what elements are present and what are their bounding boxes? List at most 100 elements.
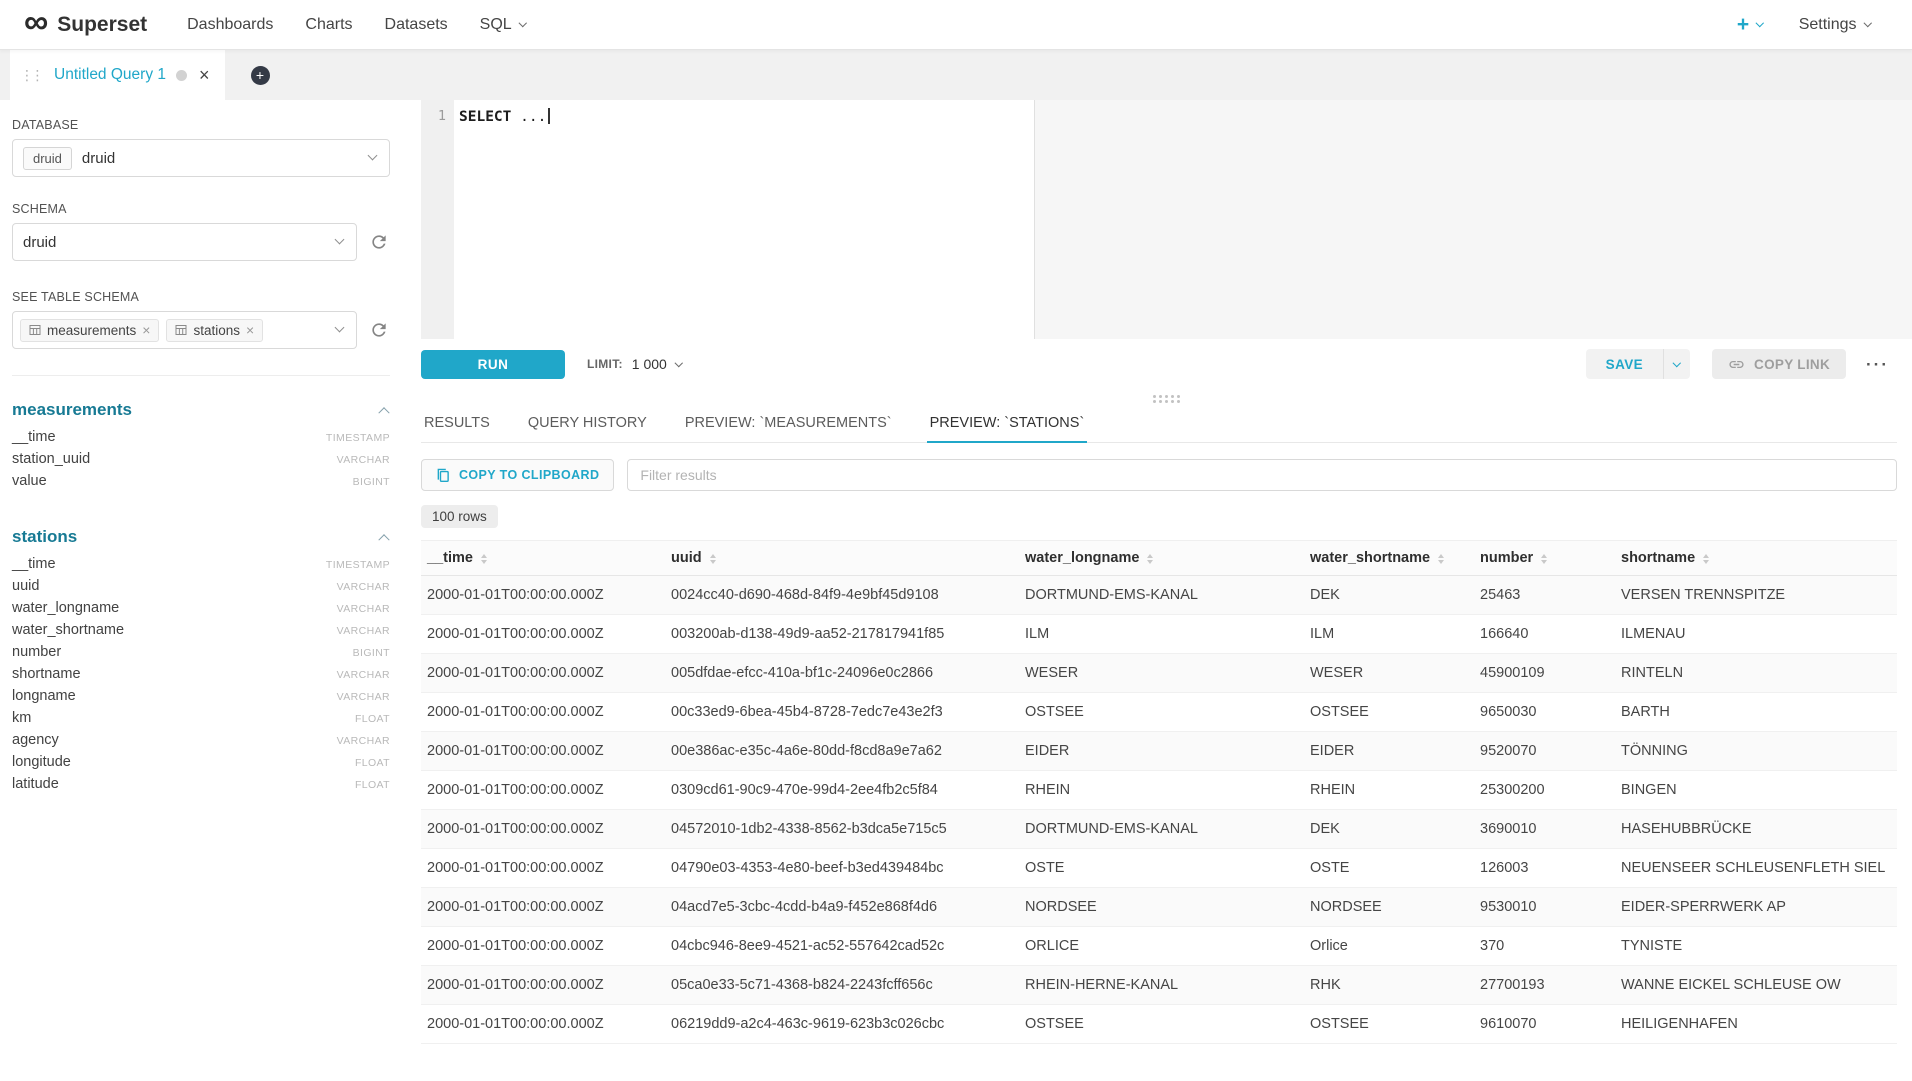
tab-query-history[interactable]: QUERY HISTORY [525,404,650,443]
refresh-tables-button[interactable] [368,319,390,341]
cell-time: 2000-01-01T00:00:00.000Z [421,1005,665,1044]
panel-resize-handle[interactable] [421,389,1912,404]
editor-gutter: 1 [421,100,454,339]
nav-dashboards[interactable]: Dashboards [171,0,289,49]
cell-water-shortname: NORDSEE [1304,888,1474,927]
save-split-button: SAVE [1586,349,1690,379]
schema-select[interactable]: druid [12,223,357,261]
drag-handle-icon[interactable]: ⋮⋮ [20,67,44,84]
table-header-row: __time uuid [421,541,1897,576]
column-header[interactable]: uuid [665,541,1019,576]
remove-chip-icon[interactable]: × [142,323,150,337]
column-name: uuid [12,578,39,594]
column-header[interactable]: __time [421,541,665,576]
cell-time: 2000-01-01T00:00:00.000Z [421,615,665,654]
sort-icon [1147,554,1153,564]
copy-link-button[interactable]: COPY LINK [1712,349,1846,379]
nav-datasets[interactable]: Datasets [369,0,464,49]
table-row: 2000-01-01T00:00:00.000Z 00c33ed9-6bea-4… [421,693,1897,732]
top-navbar: ∞ Superset Dashboards Charts Datasets SQ… [0,0,1912,50]
column-type: TIMESTAMP [326,559,390,571]
column-row: number BIGINT [12,644,390,666]
column-row: water_shortname VARCHAR [12,622,390,644]
copy-to-clipboard-label: COPY TO CLIPBOARD [459,468,599,482]
ellipsis-icon: ··· [1866,355,1889,374]
column-row: shortname VARCHAR [12,666,390,688]
column-type: TIMESTAMP [326,432,390,444]
more-options-button[interactable]: ··· [1860,352,1895,377]
nav-sql-label: SQL [480,16,512,34]
column-header[interactable]: shortname [1615,541,1897,576]
table-collapse-header[interactable]: measurements [12,400,390,420]
cell-number: 3690010 [1474,810,1615,849]
save-button[interactable]: SAVE [1586,349,1663,379]
editor-code-area[interactable]: SELECT ... [454,100,1912,339]
new-menu-button[interactable]: + [1725,14,1775,35]
result-rows: 2000-01-01T00:00:00.000Z 0024cc40-d690-4… [421,576,1897,1044]
settings-menu[interactable]: Settings [1783,16,1886,34]
cell-water-longname: ORLICE [1019,927,1304,966]
database-select[interactable]: druid druid [12,139,390,177]
column-type: VARCHAR [337,735,390,747]
table-row: 2000-01-01T00:00:00.000Z 05ca0e33-5c71-4… [421,966,1897,1005]
cell-number: 9610070 [1474,1005,1615,1044]
limit-dropdown[interactable]: LIMIT: 1 000 [587,356,681,372]
column-header[interactable]: number [1474,541,1615,576]
sql-text: ... [520,109,546,125]
sql-keyword: SELECT [459,109,511,125]
column-type: VARCHAR [337,603,390,615]
column-name: value [12,473,47,489]
save-options-button[interactable] [1663,349,1690,379]
tab-results[interactable]: RESULTS [421,404,493,443]
superset-logo[interactable]: ∞ Superset [24,8,147,42]
cell-water-shortname: Orlice [1304,927,1474,966]
nav-charts[interactable]: Charts [289,0,368,49]
table-row: 2000-01-01T00:00:00.000Z 06219dd9-a2c4-4… [421,1005,1897,1044]
column-name: station_uuid [12,451,90,467]
chevron-up-icon [378,407,389,418]
brand-name: Superset [57,13,147,37]
copy-link-label: COPY LINK [1754,357,1830,372]
run-button[interactable]: RUN [421,350,565,379]
column-row: km FLOAT [12,710,390,732]
infinity-logo-icon: ∞ [24,5,48,39]
results-table: __time uuid [421,540,1897,1044]
sqllab-main: 1 SELECT ... RUN LIMIT: 1 000 SAVE [410,100,1912,1081]
schema-label: SCHEMA [12,202,390,216]
column-header[interactable]: water_longname [1019,541,1304,576]
link-icon [1728,356,1745,373]
cell-water-longname: WESER [1019,654,1304,693]
table-row: 2000-01-01T00:00:00.000Z 04790e03-4353-4… [421,849,1897,888]
cell-shortname: HEILIGENHAFEN [1615,1005,1897,1044]
cell-number: 126003 [1474,849,1615,888]
column-list: __time TIMESTAMP uuid VARCHAR water_long… [12,556,390,798]
cell-shortname: NEUENSEER SCHLEUSENFLETH SIEL [1615,849,1897,888]
tab-preview-measurements[interactable]: PREVIEW: `MEASUREMENTS` [682,404,895,443]
add-tab-button[interactable]: + [251,66,270,85]
table-schema-label: SEE TABLE SCHEMA [12,290,390,304]
cell-water-shortname: WESER [1304,654,1474,693]
cell-water-longname: RHEIN-HERNE-KANAL [1019,966,1304,1005]
nav-sql-menu[interactable]: SQL [464,0,542,49]
tab-preview-stations[interactable]: PREVIEW: `STATIONS` [927,404,1088,443]
table-row: 2000-01-01T00:00:00.000Z 04cbc946-8ee9-4… [421,927,1897,966]
column-row: longname VARCHAR [12,688,390,710]
copy-to-clipboard-button[interactable]: COPY TO CLIPBOARD [421,459,614,491]
query-tab-untitled-query-1[interactable]: ⋮⋮ Untitled Query 1 × [10,50,225,100]
close-tab-icon[interactable]: × [199,66,210,84]
filter-results-input[interactable] [627,459,1897,491]
remove-chip-icon[interactable]: × [246,323,254,337]
refresh-icon [369,232,389,252]
column-header-label: uuid [671,550,702,566]
column-header[interactable]: water_shortname [1304,541,1474,576]
column-row: value BIGINT [12,473,390,495]
row-count-badge: 100 rows [421,505,498,528]
chip-label: measurements [47,323,136,338]
sql-editor[interactable]: 1 SELECT ... [421,100,1912,339]
table-collapse-header[interactable]: stations [12,527,390,547]
refresh-schemas-button[interactable] [368,231,390,253]
cell-time: 2000-01-01T00:00:00.000Z [421,732,665,771]
cell-water-shortname: OSTSEE [1304,1005,1474,1044]
cell-shortname: TYNISTE [1615,927,1897,966]
table-select[interactable]: measurements × stations × [12,311,357,349]
